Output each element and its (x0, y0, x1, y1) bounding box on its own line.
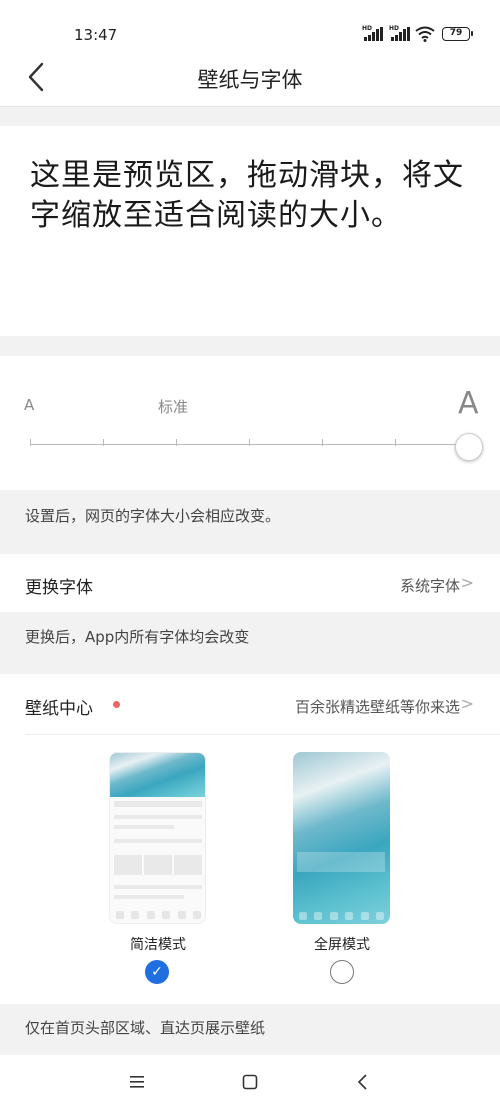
preview-text: 这里是预览区，拖动滑块，将文字缩放至适合阅读的大小。 (30, 158, 464, 233)
font-size-slider-card: A 标准 A (0, 356, 500, 490)
simple-mode-radio-checked[interactable]: ✓ (145, 960, 169, 984)
header: 壁纸与字体 (0, 50, 500, 107)
page-title: 壁纸与字体 (197, 68, 303, 92)
battery-icon: 79 (442, 27, 473, 41)
slider-tick (249, 439, 250, 446)
signal-icon: HD (362, 25, 386, 41)
change-font-title: 更换字体 (25, 578, 93, 598)
font-change-note: 更换后，App内所有字体均会改变 (25, 628, 250, 646)
chevron-right-icon: > (460, 573, 474, 592)
font-size-note: 设置后，网页的字体大小会相应改变。 (25, 507, 281, 525)
menu-icon[interactable] (128, 1075, 146, 1089)
wallpaper-title[interactable]: 壁纸中心 (25, 694, 93, 719)
wifi-icon (415, 26, 435, 42)
slider-tick (30, 439, 31, 446)
new-indicator-dot (113, 701, 120, 708)
status-time: 13:47 (74, 26, 118, 44)
simple-mode-thumbnail[interactable] (109, 752, 206, 924)
slider-tick (176, 439, 177, 446)
simple-mode-label: 简洁模式 (130, 937, 186, 953)
slider-knob[interactable] (455, 433, 483, 461)
fullscreen-mode-label: 全屏模式 (314, 937, 370, 953)
small-font-label: A (24, 396, 35, 414)
slider-tick (103, 439, 104, 446)
system-nav-bar (0, 1055, 500, 1111)
back-triangle-icon[interactable] (355, 1073, 371, 1091)
slider-tick (395, 439, 396, 446)
status-bar: 13:47 HD HD 79 (0, 0, 500, 50)
large-font-label: A (458, 386, 479, 421)
wallpaper-card: 壁纸中心 百余张精选壁纸等你来选 > 简洁模式 ✓ 全屏模式 (0, 674, 500, 1004)
change-font-row[interactable]: 更换字体 系统字体 > (0, 554, 500, 612)
fullscreen-mode-thumbnail[interactable] (293, 752, 390, 924)
preview-area: 这里是预览区，拖动滑块，将文字缩放至适合阅读的大小。 (0, 126, 500, 336)
divider (25, 734, 500, 735)
change-font-value: 系统字体 (399, 577, 460, 595)
standard-label: 标准 (158, 398, 189, 416)
chevron-right-icon: > (460, 694, 474, 713)
wallpaper-note: 仅在首页头部区域、直达页展示壁纸 (25, 1019, 266, 1037)
home-square-icon[interactable] (241, 1073, 259, 1091)
wallpaper-value[interactable]: 百余张精选壁纸等你来选 (295, 696, 460, 717)
slider-track[interactable] (30, 444, 470, 445)
signal-icon-2: HD (389, 25, 413, 41)
slider-tick (322, 439, 323, 446)
fullscreen-mode-radio[interactable] (330, 960, 354, 984)
